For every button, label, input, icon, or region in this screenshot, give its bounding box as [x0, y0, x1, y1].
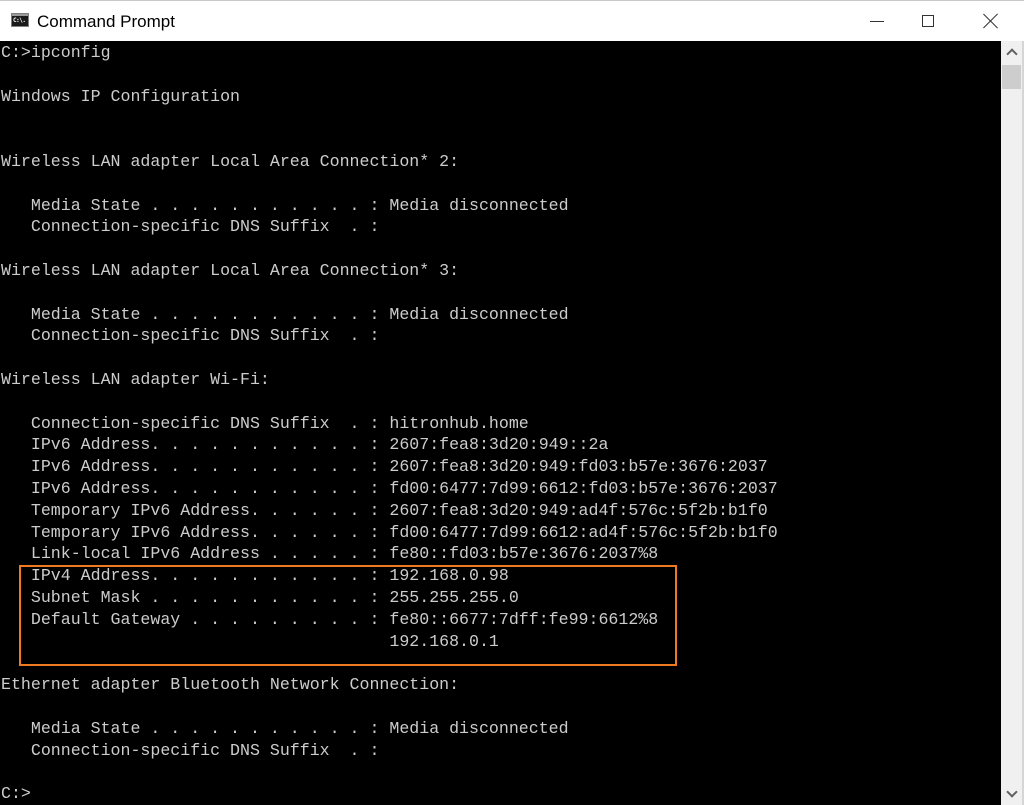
terminal-line: Connection-specific DNS Suffix . : hitro…: [1, 413, 529, 433]
terminal-line: Connection-specific DNS Suffix . :: [1, 326, 380, 346]
cmd-icon: C:\.: [11, 13, 29, 27]
terminal-line: IPv6 Address. . . . . . . . . . . : 2607…: [1, 457, 768, 477]
terminal-output[interactable]: C:>ipconfig Windows IP Configuration Wirel…: [0, 41, 1001, 805]
terminal-line: C:>ipconfig: [1, 43, 111, 62]
terminal-line: Windows IP Configuration: [1, 86, 240, 106]
terminal-line: C:>: [1, 784, 31, 804]
close-button[interactable]: [968, 1, 1014, 41]
scrollbar-thumb[interactable]: [1002, 65, 1021, 89]
terminal-line: Default Gateway . . . . . . . . . : fe80…: [1, 609, 659, 629]
title-bar[interactable]: C:\. Command Prompt: [0, 1, 1024, 41]
minimize-button[interactable]: [854, 1, 900, 41]
terminal-line: IPv6 Address. . . . . . . . . . . : 2607…: [1, 435, 609, 455]
terminal-line: Media State . . . . . . . . . . . : Medi…: [1, 304, 569, 324]
terminal-lines: C:>ipconfig Windows IP Configuration Wirel…: [1, 42, 778, 805]
terminal-line: Link-local IPv6 Address . . . . . : fe80…: [1, 544, 659, 564]
minimize-icon: [870, 20, 884, 22]
terminal-line: IPv4 Address. . . . . . . . . . . : 192.…: [1, 566, 509, 586]
maximize-icon: [922, 15, 934, 27]
terminal-line: Temporary IPv6 Address. . . . . . : fd00…: [1, 522, 778, 542]
terminal-line: Wireless LAN adapter Local Area Connecti…: [1, 151, 460, 171]
terminal-line: Temporary IPv6 Address. . . . . . : 2607…: [1, 500, 768, 520]
close-icon: [983, 13, 999, 29]
chevron-down-icon: [1005, 786, 1018, 798]
maximize-button[interactable]: [905, 1, 951, 41]
terminal-line: IPv6 Address. . . . . . . . . . . : fd00…: [1, 478, 778, 498]
terminal-line: Subnet Mask . . . . . . . . . . . : 255.…: [1, 587, 519, 607]
terminal-line: Connection-specific DNS Suffix . :: [1, 740, 380, 760]
terminal-line: Ethernet adapter Bluetooth Network Conne…: [1, 675, 460, 695]
scroll-up-button[interactable]: [1001, 41, 1022, 63]
vertical-scrollbar[interactable]: [1001, 41, 1022, 805]
terminal-line: Media State . . . . . . . . . . . : Medi…: [1, 718, 569, 738]
terminal-line: Connection-specific DNS Suffix . :: [1, 217, 380, 237]
command-prompt-window: C:\. Command Prompt C:>ipconfig Windows I…: [0, 0, 1024, 805]
chevron-up-icon: [1005, 48, 1018, 60]
terminal-line: Wireless LAN adapter Local Area Connecti…: [1, 260, 460, 280]
terminal-line: Wireless LAN adapter Wi-Fi:: [1, 369, 270, 389]
window-title: Command Prompt: [37, 12, 175, 31]
scroll-down-button[interactable]: [1001, 783, 1022, 805]
terminal-line: 192.168.0.1: [1, 631, 499, 651]
terminal-line: Media State . . . . . . . . . . . : Medi…: [1, 195, 569, 215]
